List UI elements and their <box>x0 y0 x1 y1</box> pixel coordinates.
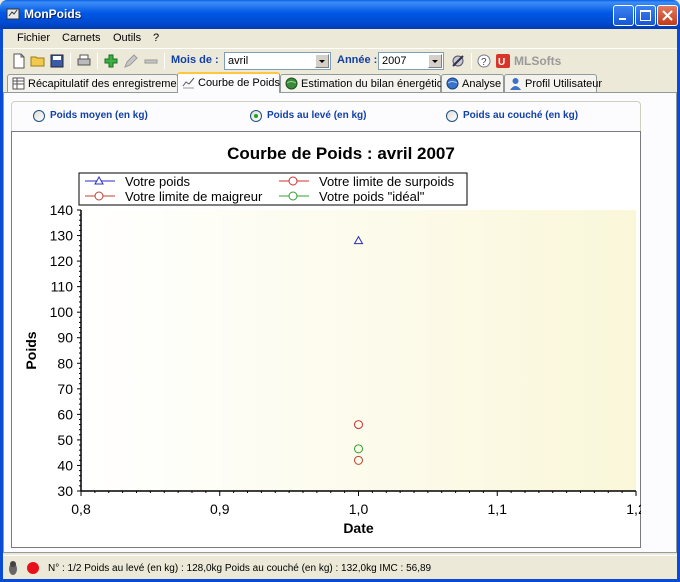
tab-recapitulatif[interactable]: Récapitulatif des enregistrements <box>7 74 191 92</box>
tab-analyse[interactable]: Analyse <box>441 74 504 92</box>
brand-label: MLSofts <box>514 54 562 68</box>
menu-help[interactable]: ? <box>153 32 159 44</box>
y-tick-label: 70 <box>57 381 73 397</box>
edit-icon[interactable] <box>123 53 139 69</box>
tab-courbe[interactable]: Courbe de Poids <box>177 72 280 93</box>
tab-profil[interactable]: Profil Utilisateur <box>504 74 602 92</box>
legend-label: Votre poids "idéal" <box>319 189 425 204</box>
maximize-button[interactable] <box>635 5 656 26</box>
add-icon[interactable] <box>103 53 119 69</box>
bird-icon <box>9 561 17 575</box>
menu-bar: Fichier Carnets Outils ? <box>3 29 677 47</box>
y-axis-label: Poids <box>23 331 39 369</box>
menu-carnets[interactable]: Carnets <box>62 32 101 44</box>
new-document-icon[interactable] <box>11 53 27 69</box>
y-tick-label: 80 <box>57 355 73 371</box>
chevron-down-icon[interactable] <box>315 54 329 68</box>
x-tick-label: 0,9 <box>210 501 230 517</box>
app-icon <box>6 8 20 20</box>
y-tick-label: 100 <box>50 304 74 320</box>
radio-button[interactable] <box>446 110 458 122</box>
plot-area <box>81 210 636 491</box>
remove-icon[interactable] <box>143 53 159 69</box>
legend-label: Votre limite de maigreur <box>125 189 263 204</box>
save-icon[interactable] <box>49 53 65 69</box>
x-tick-label: 1,0 <box>349 501 369 517</box>
status-bar: N° : 1/2 Poids au levé (en kg) : 128,0kg… <box>3 555 677 579</box>
y-tick-label: 120 <box>50 253 74 269</box>
svg-text:?: ? <box>481 57 487 68</box>
globe-icon <box>285 77 298 90</box>
status-indicator-icon <box>27 562 39 574</box>
month-select[interactable]: avril <box>224 52 331 70</box>
chart-legend: Votre poids Votre limite de surpoidsVotre… <box>78 172 468 206</box>
x-tick-label: 1,1 <box>488 501 508 517</box>
chart-title: Courbe de Poids : avril 2007 <box>227 144 455 163</box>
tab-estimation[interactable]: Estimation du bilan énergétique <box>280 74 455 92</box>
tab-label: Analyse <box>462 78 502 90</box>
y-tick-label: 60 <box>57 406 73 422</box>
close-icon <box>662 10 673 21</box>
y-tick-label: 130 <box>50 228 74 244</box>
radio-button[interactable] <box>33 110 45 122</box>
legend-marker <box>288 176 298 186</box>
maximize-icon <box>640 10 651 21</box>
menu-outils[interactable]: Outils <box>113 32 141 44</box>
user-icon <box>510 78 521 90</box>
tab-label: Courbe de Poids <box>198 77 280 89</box>
status-text: N° : 1/2 Poids au levé (en kg) : 128,0kg… <box>48 563 432 574</box>
legend-marker <box>94 191 104 201</box>
toolbar: Mois de : avril Année : 2007 ? U MLSofts <box>3 48 677 72</box>
tools-icon[interactable] <box>450 53 466 69</box>
y-tick-label: 110 <box>51 279 74 295</box>
radio-button[interactable] <box>250 110 262 122</box>
tab-label: Profil Utilisateur <box>525 78 603 90</box>
radio-label: Poids au couché (en kg) <box>463 110 579 121</box>
svg-text:U: U <box>498 57 505 68</box>
window-title: MonPoids <box>24 7 82 21</box>
y-tick-label: 50 <box>57 432 73 448</box>
help-icon[interactable]: ? <box>476 53 492 69</box>
chart-icon <box>182 77 195 89</box>
menu-fichier[interactable]: Fichier <box>17 32 50 44</box>
open-folder-icon[interactable] <box>30 53 46 69</box>
radio-label: Poids moyen (en kg) <box>50 110 148 121</box>
year-value: 2007 <box>382 55 407 67</box>
x-tick-label: 0,8 <box>71 501 91 517</box>
weight-chart: Courbe de Poids : avril 2007 Votre poids… <box>23 144 641 536</box>
y-tick-label: 40 <box>57 457 73 473</box>
tab-label: Récapitulatif des enregistrements <box>28 78 192 90</box>
x-tick-label: 1,2 <box>626 501 641 517</box>
x-axis-label: Date <box>343 520 374 536</box>
table-icon <box>12 77 25 90</box>
tab-bar: Récapitulatif des enregistrements Courbe… <box>3 72 677 93</box>
globe-icon <box>446 77 459 90</box>
print-icon[interactable] <box>76 53 92 69</box>
month-label: Mois de : <box>171 54 219 66</box>
tab-label: Estimation du bilan énergétique <box>301 78 456 90</box>
month-value: avril <box>228 55 249 67</box>
radio-label: Poids au levé (en kg) <box>267 110 367 121</box>
minimize-button[interactable] <box>613 5 634 26</box>
close-button[interactable] <box>657 5 678 26</box>
chevron-down-icon[interactable] <box>428 54 442 68</box>
legend-label: Votre poids <box>125 174 191 189</box>
title-bar: MonPoids <box>0 0 680 29</box>
mlsofts-logo-icon[interactable]: U <box>495 53 511 69</box>
year-select[interactable]: 2007 <box>378 52 444 70</box>
y-tick-label: 140 <box>50 202 74 218</box>
year-label: Année : <box>337 54 378 66</box>
minimize-icon <box>619 18 626 20</box>
y-tick-label: 90 <box>57 330 73 346</box>
legend-label: Votre limite de surpoids <box>319 174 455 189</box>
legend-marker <box>288 191 298 201</box>
y-tick-label: 30 <box>57 483 73 499</box>
